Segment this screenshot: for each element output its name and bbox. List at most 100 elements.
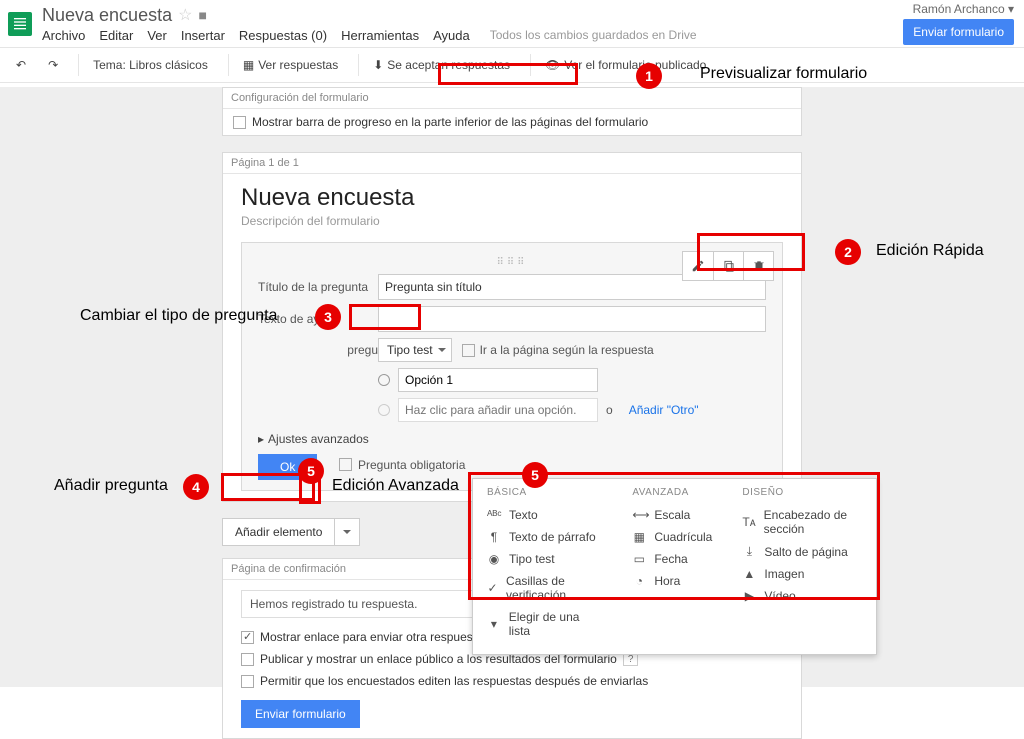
adv-label-2: Fecha <box>654 552 687 566</box>
menu-item-design-1[interactable]: ⤓ Salto de página <box>742 540 862 563</box>
menu-ayuda[interactable]: Ayuda <box>433 28 470 43</box>
adv-icon-0: ⟷ <box>632 508 646 522</box>
design-header: DISEÑO <box>742 487 862 498</box>
doc-title[interactable]: Nueva encuesta ☆ ■ <box>42 5 697 26</box>
menu-item-basic-4[interactable]: ▾ Elegir de una lista <box>487 606 602 642</box>
add-element-button[interactable]: Añadir elemento <box>222 518 360 546</box>
menu-ver[interactable]: Ver <box>147 28 167 43</box>
menu-col-design: DISEÑO TᴀEncabezado de sección ⤓ Salto de … <box>742 487 862 642</box>
view-responses-label: Ver respuestas <box>258 58 338 72</box>
basic-label-0: Texto <box>509 508 538 522</box>
design-icon-3: ▶ <box>742 589 756 603</box>
accepting-responses-button[interactable]: ⬇ Se aceptan respuestas <box>358 54 518 76</box>
user-name[interactable]: Ramón Archanco ▾ <box>903 2 1014 16</box>
adv-icon-1: ▦ <box>632 530 646 544</box>
anno-add-question: Añadir pregunta <box>54 477 168 495</box>
option-input-1[interactable] <box>398 368 598 392</box>
basic-label-2: Tipo test <box>509 552 555 566</box>
menu-item-basic-3[interactable]: ✓Casillas de verificación <box>487 570 602 606</box>
download-icon: ⬇ <box>373 58 383 72</box>
basic-icon-2: ◉ <box>487 552 501 566</box>
anno-preview: Previsualizar formulario <box>700 65 867 83</box>
adv-label-0: Escala <box>654 508 690 522</box>
app-logo <box>8 12 32 36</box>
star-icon[interactable]: ☆ <box>178 5 192 25</box>
progress-bar-checkbox[interactable] <box>233 116 246 129</box>
option-input-add[interactable] <box>398 398 598 422</box>
duplicate-button[interactable] <box>713 252 743 280</box>
menu-col-advanced: AVANZADA ⟷ Escala ▦Cuadrícula▭Fecha◔Hora <box>632 487 712 642</box>
menu-item-basic-1[interactable]: ¶Texto de párrafo <box>487 526 602 548</box>
goto-page-label: Ir a la página según la respuesta <box>480 343 654 357</box>
menu-item-adv-1[interactable]: ▦Cuadrícula <box>632 526 712 548</box>
menu-item-adv-3[interactable]: ◔Hora <box>632 570 712 592</box>
redo-button[interactable]: ↷ <box>40 54 66 76</box>
anno-quick-edit: Edición Rápida <box>876 242 984 260</box>
config-header: Configuración del formulario <box>223 88 801 109</box>
goto-page-checkbox[interactable] <box>462 344 475 357</box>
design-label-0: Encabezado de sección <box>764 508 862 536</box>
design-icon-1: ⤓ <box>742 544 756 559</box>
option-radio-add[interactable] <box>378 404 390 416</box>
question-card: ⠿⠿⠿ Título de la pregunta Texto de ayuda… <box>241 242 783 491</box>
progress-bar-label: Mostrar barra de progreso en la parte in… <box>252 115 648 129</box>
anno-advanced-edit: Edición Avanzada <box>332 477 459 495</box>
advanced-header: AVANZADA <box>632 487 712 498</box>
send-form-header-button[interactable]: Enviar formulario <box>903 19 1014 45</box>
doc-title-text: Nueva encuesta <box>42 5 172 26</box>
help-text-input[interactable] <box>378 306 766 332</box>
menu-col-basic: BÁSICA ᴬᴮᶜTexto¶Texto de párrafo ◉ Tipo te… <box>487 487 602 642</box>
eye-icon: 👁 <box>545 58 560 72</box>
menu-item-adv-0[interactable]: ⟷ Escala <box>632 504 712 526</box>
required-checkbox[interactable] <box>339 458 352 471</box>
question-type-dropdown[interactable]: Tipo test <box>378 338 452 362</box>
toolbar: ↶ ↷ Tema: Libros clásicos ▦ Ver respuest… <box>0 48 1024 83</box>
required-label: Pregunta obligatoria <box>358 458 465 472</box>
send-form-button[interactable]: Enviar formulario <box>241 700 360 728</box>
show-link-checkbox[interactable] <box>241 631 254 644</box>
menu-respuestas[interactable]: Respuestas (0) <box>239 28 327 43</box>
menu-item-adv-2[interactable]: ▭Fecha <box>632 548 712 570</box>
theme-button[interactable]: Tema: Libros clásicos <box>78 54 216 76</box>
form-title[interactable]: Nueva encuesta <box>241 184 783 212</box>
form-description[interactable]: Descripción del formulario <box>241 214 783 228</box>
menu-herramientas[interactable]: Herramientas <box>341 28 419 43</box>
basic-label-1: Texto de párrafo <box>509 530 596 544</box>
add-other-prefix: o <box>606 403 613 417</box>
view-responses-button[interactable]: ▦ Ver respuestas <box>228 54 346 76</box>
basic-label-4: Elegir de una lista <box>509 610 603 638</box>
menu-bar: Archivo Editar Ver Insertar Respuestas (… <box>42 28 697 43</box>
menu-item-basic-2[interactable]: ◉ Tipo test <box>487 548 602 570</box>
show-link-label: Mostrar enlace para enviar otra respuest… <box>260 630 483 644</box>
folder-icon[interactable]: ■ <box>198 7 206 23</box>
add-element-label: Añadir elemento <box>223 519 334 545</box>
menu-item-basic-0[interactable]: ᴬᴮᶜTexto <box>487 504 602 526</box>
delete-button[interactable] <box>743 252 773 280</box>
design-label-3: Vídeo <box>764 589 795 603</box>
add-element-dropdown-arrow[interactable] <box>334 519 359 545</box>
menu-item-design-2[interactable]: ▲ Imagen <box>742 563 862 585</box>
allow-edit-checkbox[interactable] <box>241 675 254 688</box>
page-label: Página 1 de 1 <box>223 153 801 174</box>
basic-header: BÁSICA <box>487 487 602 498</box>
menu-insertar[interactable]: Insertar <box>181 28 225 43</box>
accepting-label: Se aceptan respuestas <box>387 58 510 72</box>
option-radio-1[interactable] <box>378 374 390 386</box>
edit-button[interactable] <box>683 252 713 280</box>
menu-archivo[interactable]: Archivo <box>42 28 85 43</box>
canvas: Configuración del formulario Mostrar bar… <box>0 87 1024 687</box>
config-panel: Configuración del formulario Mostrar bar… <box>222 87 802 136</box>
menu-item-design-3[interactable]: ▶ Vídeo <box>742 585 862 607</box>
menu-item-design-0[interactable]: TᴀEncabezado de sección <box>742 504 862 540</box>
question-type-label-cut: pregu <box>258 343 378 357</box>
design-label-2: Imagen <box>764 567 804 581</box>
design-label-1: Salto de página <box>764 545 847 559</box>
design-icon-2: ▲ <box>742 567 756 581</box>
view-live-form-button[interactable]: 👁 Ver el formulario publicado <box>530 54 714 76</box>
basic-icon-4: ▾ <box>487 617 501 631</box>
add-other-link[interactable]: Añadir "Otro" <box>629 403 699 417</box>
advanced-settings-toggle[interactable]: ▸ Ajustes avanzados <box>258 432 766 446</box>
undo-button[interactable]: ↶ <box>8 54 34 76</box>
publish-results-checkbox[interactable] <box>241 653 254 666</box>
menu-editar[interactable]: Editar <box>99 28 133 43</box>
